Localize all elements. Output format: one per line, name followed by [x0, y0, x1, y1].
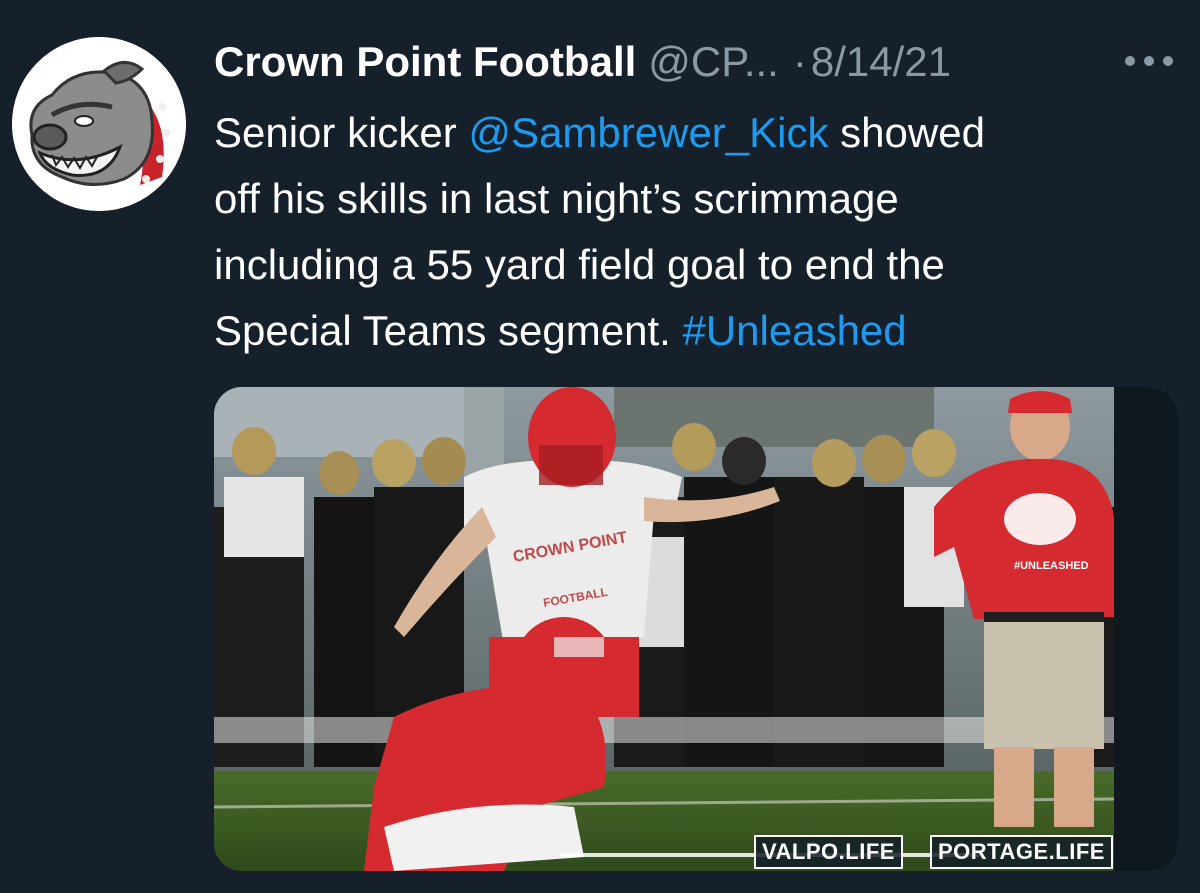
display-name[interactable]: Crown Point Football	[214, 32, 636, 92]
hashtag-link[interactable]: #Unleashed	[682, 307, 906, 354]
more-options-icon	[1125, 56, 1173, 66]
tweet-text-line-1: Senior kicker @Sambrewer_Kick showed	[214, 100, 1154, 166]
watermark-portage: PORTAGE.LIFE	[930, 835, 1113, 869]
tweet-text: Senior kicker @Sambrewer_Kick showed off…	[214, 100, 1154, 364]
tweet-text-line-2: off his skills in last night’s scrimmage	[214, 175, 899, 222]
tweet-text-line-4: Special Teams segment. #Unleashed	[214, 298, 1154, 364]
tweet-header: Crown Point Football @CP... · 8/14/21	[214, 32, 951, 92]
tweet-text-segment: Senior kicker	[214, 109, 469, 156]
tweet-text-segment: Special Teams segment.	[214, 307, 683, 354]
more-options-button[interactable]	[1118, 38, 1180, 84]
tweet[interactable]: Crown Point Football @CP... · 8/14/21 Se…	[0, 0, 1200, 893]
avatar[interactable]	[12, 37, 186, 211]
tweet-text-segment: showed	[828, 109, 985, 156]
separator-dot: ·	[792, 38, 807, 85]
tweet-date[interactable]: 8/14/21	[811, 32, 951, 92]
media-photo[interactable]: CROWN POINT FOOTBALL #UNLEASHED VALPO.LI…	[214, 387, 1178, 871]
mention-link[interactable]: @Sambrewer_Kick	[468, 109, 828, 156]
bulldog-mascot-icon	[12, 37, 186, 211]
football-photo: CROWN POINT FOOTBALL #UNLEASHED	[214, 387, 1178, 871]
tweet-text-line-3: including a 55 yard field goal to end th…	[214, 241, 945, 288]
user-handle[interactable]: @CP...	[648, 32, 779, 92]
coach-shirt-text: #UNLEASHED	[1014, 560, 1089, 572]
watermark-valpo: VALPO.LIFE	[754, 835, 903, 869]
